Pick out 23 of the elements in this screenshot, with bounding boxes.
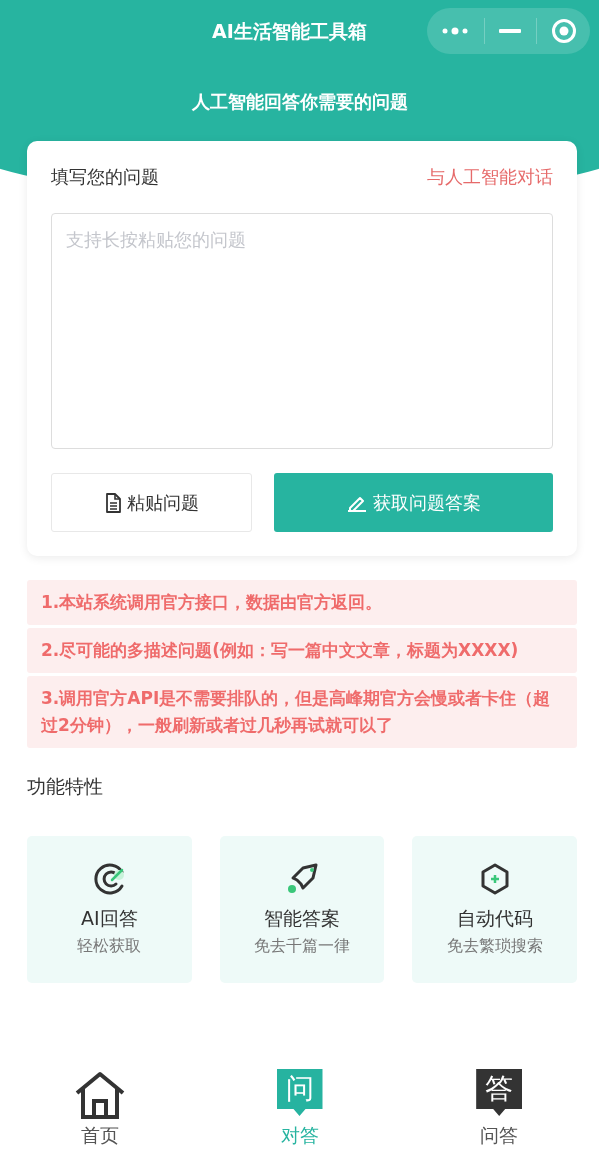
document-icon [104, 492, 121, 513]
close-icon[interactable] [550, 18, 577, 44]
section-title: 功能特性 [27, 774, 104, 799]
question-field[interactable]: 支持长按粘贴您的问题 [51, 213, 553, 449]
target-icon [92, 862, 127, 896]
notice-text: 3.调用官方API是不需要排队的，但是高峰期官方会慢或者卡住（超过2分钟），一般刷新或者过几秒再试就可以了 [27, 676, 577, 748]
feature-subtitle: 轻松获取 [77, 936, 142, 957]
tab-badge: 答 [476, 1069, 523, 1116]
paste-button[interactable]: 粘贴问题 [51, 473, 252, 532]
tab-badge: 问 [276, 1069, 323, 1116]
notice-text: 2.尽可能的多描述问题(例如：写一篇中文文章，标题为XXXX) [27, 628, 577, 673]
notice-text: 1.本站系统调用官方接口，数据由官方返回。 [27, 580, 577, 625]
subtitle: 人工智能回答你需要的问题 [190, 90, 409, 114]
tab[interactable]: 首页 [0, 1065, 200, 1151]
feature-title: AI回答 [81, 906, 138, 931]
window-title: AI生活智能工具箱 [212, 19, 367, 44]
feature-subtitle: 免去千篇一律 [254, 936, 350, 957]
field-label: 填写您的问题 [51, 165, 159, 189]
feature-title: 自动代码 [456, 906, 533, 931]
tab[interactable]: 答 问答 [399, 1065, 599, 1151]
feature-title: 智能答案 [264, 906, 340, 931]
feature-subtitle: 免去繁琐搜索 [446, 936, 543, 957]
minimize-icon[interactable] [499, 28, 522, 34]
